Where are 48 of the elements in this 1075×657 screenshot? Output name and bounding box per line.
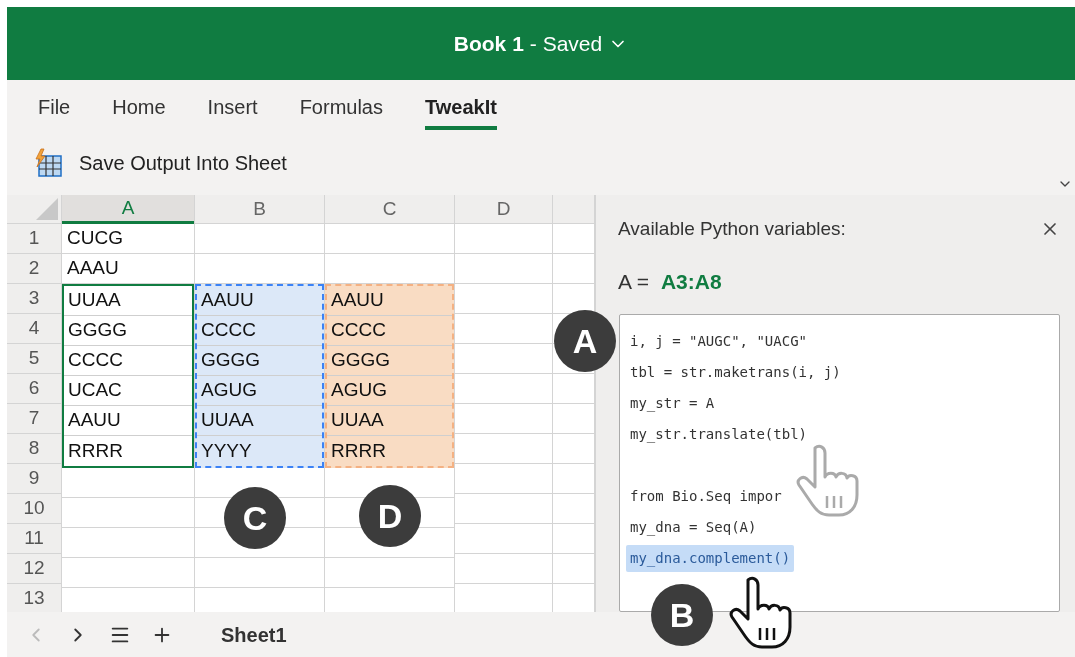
ribbon-tab[interactable]: File [38, 80, 71, 130]
variable-range: A3:A8 [660, 268, 722, 295]
column-header[interactable]: B [195, 195, 324, 224]
sheet-cell[interactable]: RRRR [327, 436, 452, 466]
select-all-corner-icon[interactable] [36, 198, 58, 220]
sheet-cell[interactable]: UUAA [64, 286, 192, 316]
row-header[interactable]: 11 [7, 524, 62, 554]
sheet-cell[interactable]: UCAC [64, 376, 192, 406]
ribbon-tab[interactable]: Insert [207, 80, 258, 130]
row-header[interactable]: 1 [7, 224, 62, 254]
code-line: my_str = A [629, 394, 716, 414]
sheet-cell[interactable]: AAUU [327, 286, 452, 316]
sheet-cell[interactable]: GGGG [327, 346, 452, 376]
sheet-cell[interactable]: AGUG [197, 376, 322, 406]
window-title: Book 1 [453, 30, 524, 57]
sheet-cell[interactable]: CUCG [62, 224, 194, 254]
save-output-button[interactable]: Save Output Into Sheet [33, 147, 287, 178]
column-header[interactable]: D [455, 195, 552, 224]
sheet-cell[interactable]: YYYY [197, 436, 322, 466]
column-header[interactable]: C [325, 195, 454, 224]
code-line: tbl = str.maketrans(i, j) [629, 363, 842, 382]
sheet-cell[interactable]: CCCC [327, 316, 452, 346]
sheet-cell[interactable]: CCCC [64, 346, 192, 376]
ribbon-tab[interactable]: Home [112, 80, 166, 130]
sheet-tab[interactable]: Sheet1 [221, 619, 287, 650]
code-line: my_str.translate(tbl) [629, 425, 808, 445]
column-header[interactable]: A [62, 195, 194, 224]
code-line: i, j = "AUGC", "UACG" [629, 332, 808, 351]
sheet-cell[interactable]: AAUU [64, 406, 192, 436]
row-header[interactable]: 10 [7, 494, 62, 524]
sheet-cell[interactable]: AAUU [197, 286, 322, 316]
save-status: - Saved [529, 30, 603, 57]
sheet-cell[interactable]: GGGG [197, 346, 322, 376]
sheet-cell[interactable]: UUAA [327, 406, 452, 436]
code-line: my_dna = Seq(A) [629, 518, 758, 538]
panel-title: Available Python variables: [618, 217, 846, 241]
sheet-cell[interactable]: CCCC [197, 316, 322, 346]
row-header[interactable]: 12 [7, 554, 62, 584]
sheet-cell[interactable]: GGGG [64, 316, 192, 346]
row-header[interactable]: 2 [7, 254, 62, 284]
row-header[interactable]: 9 [7, 464, 62, 494]
sheet-cell[interactable]: RRRR [64, 436, 192, 466]
sheet-cell[interactable]: UUAA [197, 406, 322, 436]
code-line: from Bio.Seq impor [629, 487, 783, 506]
ribbon-tab[interactable]: Formulas [299, 80, 383, 130]
table-lightning-icon [33, 147, 63, 178]
sheet-cell[interactable]: AGUG [327, 376, 452, 406]
variable-name: A = [618, 268, 649, 295]
